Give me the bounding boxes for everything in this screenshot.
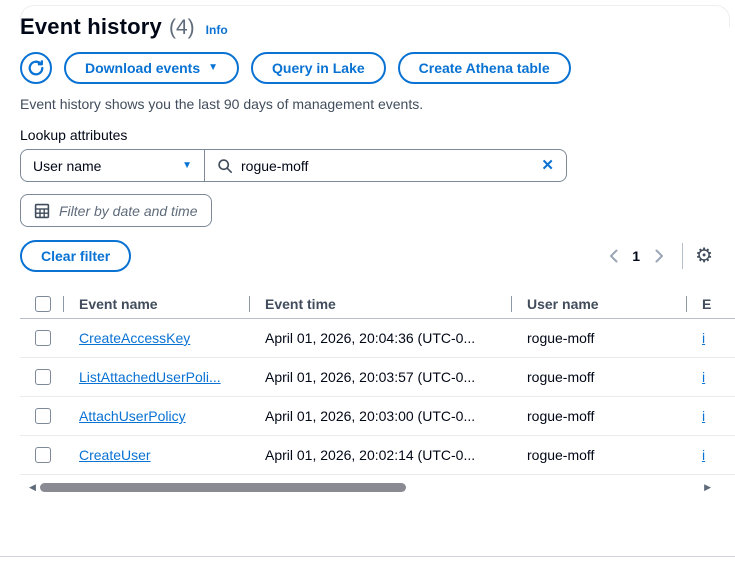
clear-filter-button[interactable]: Clear filter	[20, 240, 132, 272]
table-row: CreateAccessKey April 01, 2026, 20:04:36…	[20, 319, 735, 358]
horizontal-scrollbar: ◀ ▶	[20, 480, 735, 494]
scrollbar-thumb[interactable]	[39, 482, 406, 492]
event-time-cell: April 01, 2026, 20:04:36 (UTC-0...	[265, 330, 476, 346]
scroll-left-icon[interactable]: ◀	[29, 482, 36, 492]
toolbar: Download events ▼ Query in Lake Create A…	[20, 52, 735, 84]
refresh-button[interactable]	[20, 52, 52, 84]
event-source-link[interactable]: i	[702, 408, 705, 424]
table-row: ListAttachedUserPoli... April 01, 2026, …	[20, 358, 735, 397]
event-source-link[interactable]: i	[702, 330, 705, 346]
current-page-number[interactable]: 1	[624, 248, 648, 264]
event-time-cell: April 01, 2026, 20:03:57 (UTC-0...	[265, 369, 476, 385]
user-name-cell: rogue-moff	[527, 369, 595, 385]
column-header-event-time[interactable]: Event time	[249, 296, 511, 312]
event-source-link[interactable]: i	[702, 369, 705, 385]
row-checkbox[interactable]	[35, 369, 51, 385]
calendar-icon	[34, 203, 50, 219]
clear-filter-label: Clear filter	[41, 248, 111, 264]
select-all-checkbox[interactable]	[35, 295, 51, 312]
create-athena-table-button[interactable]: Create Athena table	[397, 52, 571, 84]
clear-search-icon[interactable]: ✕	[541, 158, 554, 173]
search-icon	[217, 158, 233, 174]
event-name-link[interactable]: ListAttachedUserPoli...	[79, 369, 221, 385]
query-in-lake-label: Query in Lake	[272, 60, 365, 76]
attribute-select[interactable]: User name ▼	[21, 150, 205, 181]
event-time-cell: April 01, 2026, 20:02:14 (UTC-0...	[265, 447, 476, 463]
column-header-event-name[interactable]: Event name	[63, 296, 249, 312]
previous-page-button[interactable]	[602, 245, 624, 267]
download-events-label: Download events	[85, 60, 201, 76]
event-count: (4)	[168, 16, 195, 39]
info-link[interactable]: Info	[206, 23, 228, 37]
page-title: Event history	[20, 14, 162, 39]
table-header-row: Event name Event time User name E	[20, 289, 735, 319]
chevron-down-icon: ▼	[182, 159, 192, 171]
event-history-panel: Event history (4) Info Download events ▼…	[0, 0, 735, 494]
next-page-button[interactable]	[648, 245, 670, 267]
column-header-event-source[interactable]: E	[686, 296, 735, 312]
page-header: Event history (4) Info	[20, 14, 735, 40]
header-checkbox-cell	[20, 295, 63, 312]
row-checkbox[interactable]	[35, 408, 51, 424]
attribute-selected-value: User name	[33, 157, 102, 174]
search-input[interactable]: rogue-moff ✕	[205, 150, 566, 181]
event-source-link[interactable]: i	[702, 447, 705, 463]
row-checkbox[interactable]	[35, 447, 51, 463]
create-athena-table-label: Create Athena table	[418, 60, 550, 76]
table-body: CreateAccessKey April 01, 2026, 20:04:36…	[20, 319, 735, 475]
user-name-cell: rogue-moff	[527, 447, 595, 463]
table-row: CreateUser April 01, 2026, 20:02:14 (UTC…	[20, 436, 735, 475]
event-name-link[interactable]: CreateUser	[79, 447, 151, 463]
user-name-cell: rogue-moff	[527, 330, 595, 346]
column-header-user-name[interactable]: User name	[511, 296, 686, 312]
chevron-down-icon: ▼	[208, 62, 219, 73]
refresh-icon	[27, 59, 45, 77]
query-in-lake-button[interactable]: Query in Lake	[251, 52, 386, 84]
description-text: Event history shows you the last 90 days…	[20, 96, 424, 112]
event-name-link[interactable]: CreateAccessKey	[79, 330, 190, 346]
lookup-attributes-label: Lookup attributes	[20, 127, 128, 143]
settings-gear-icon[interactable]: ⚙	[695, 246, 713, 266]
scroll-right-icon[interactable]: ▶	[704, 482, 711, 492]
event-name-link[interactable]: AttachUserPolicy	[79, 408, 186, 424]
lookup-filter-group: User name ▼ rogue-moff ✕	[20, 149, 567, 182]
bottom-divider	[0, 556, 735, 557]
events-table: Event name Event time User name E Create…	[20, 289, 735, 475]
date-time-filter-input[interactable]: Filter by date and time	[20, 194, 212, 227]
pagination: 1 ⚙	[602, 243, 713, 269]
search-value: rogue-moff	[241, 157, 309, 174]
pagination-divider	[682, 243, 684, 269]
user-name-cell: rogue-moff	[527, 408, 595, 424]
actions-row: Clear filter 1 ⚙	[20, 240, 735, 272]
download-events-button[interactable]: Download events ▼	[64, 52, 240, 84]
date-filter-placeholder: Filter by date and time	[59, 202, 198, 219]
row-checkbox[interactable]	[35, 330, 51, 346]
event-time-cell: April 01, 2026, 20:03:00 (UTC-0...	[265, 408, 476, 424]
table-row: AttachUserPolicy April 01, 2026, 20:03:0…	[20, 397, 735, 436]
